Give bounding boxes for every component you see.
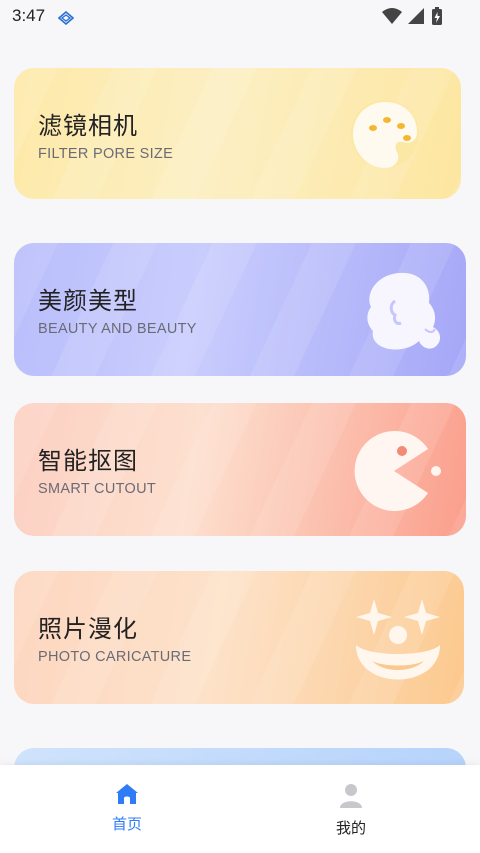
wifi-icon: [382, 8, 402, 24]
signal-icon: [408, 8, 424, 24]
battery-icon: [432, 7, 442, 25]
card-filter-camera[interactable]: 滤镜相机 FILTER PORE SIZE: [14, 68, 461, 199]
woman-profile-icon: [359, 267, 449, 361]
card-beauty[interactable]: 美颜美型 BEAUTY AND BEAUTY: [14, 243, 466, 376]
card-title: 美颜美型: [38, 287, 138, 315]
home-icon: [115, 784, 139, 809]
card-title: 照片漫化: [38, 615, 138, 643]
status-icons: [380, 6, 450, 32]
nav-mine-button[interactable]: 我的: [311, 783, 391, 838]
card-subtitle: FILTER PORE SIZE: [38, 146, 174, 162]
status-bar: 3:47: [0, 0, 480, 32]
card-photo-caricature[interactable]: 照片漫化 PHOTO CARICATURE: [14, 571, 464, 704]
clown-face-icon: [348, 593, 448, 697]
card-subtitle: BEAUTY AND BEAUTY: [38, 321, 197, 337]
card-subtitle: PHOTO CARICATURE: [38, 649, 192, 665]
pacman-icon: [354, 429, 446, 517]
user-icon: [339, 784, 363, 813]
palette-icon: [349, 90, 419, 180]
card-title: 滤镜相机: [38, 112, 138, 140]
notification-icon: [57, 10, 75, 29]
status-time: 3:47: [12, 6, 46, 25]
nav-home-button[interactable]: 首页: [87, 783, 167, 834]
bottom-navigation: 首页 我的: [0, 765, 480, 853]
nav-mine-label: 我的: [335, 819, 366, 837]
card-title: 智能抠图: [38, 447, 138, 475]
nav-home-label: 首页: [111, 815, 142, 833]
card-smart-cutout[interactable]: 智能抠图 SMART CUTOUT: [14, 403, 466, 536]
card-subtitle: SMART CUTOUT: [38, 481, 156, 497]
